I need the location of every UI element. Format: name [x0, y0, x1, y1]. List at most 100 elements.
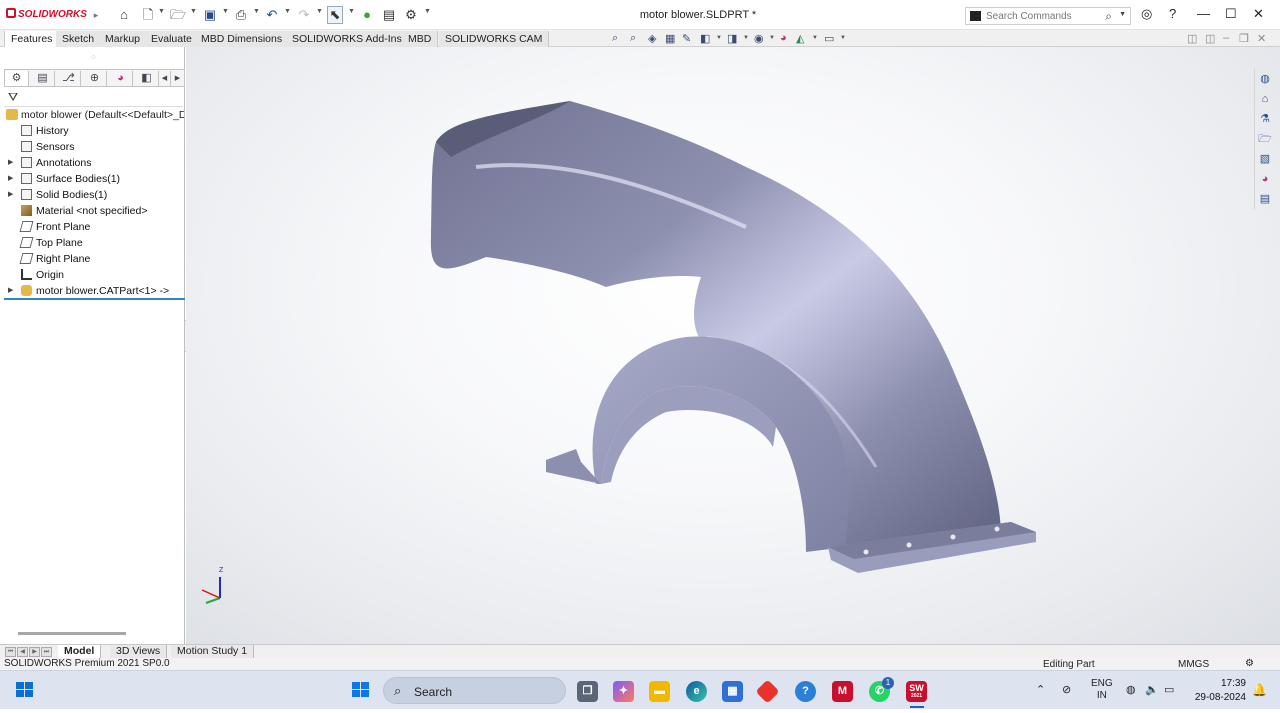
battery-icon[interactable]: ▭: [1164, 683, 1174, 696]
tree-item-sensors[interactable]: Sensors: [21, 141, 75, 153]
next-tab-icon[interactable]: ▶: [29, 647, 40, 657]
hide-show-dropdown-icon[interactable]: ▼: [769, 35, 775, 41]
previous-tab-icon[interactable]: ◀: [17, 647, 28, 657]
mcafee-icon[interactable]: M: [832, 681, 853, 702]
help-app-icon[interactable]: ?: [795, 681, 816, 702]
home-tab-icon[interactable]: ⌂: [1257, 91, 1273, 107]
tree-item-motor-blower-catpart[interactable]: ▶ motor blower.CATPart<1> ->: [8, 285, 169, 297]
solidworks-taskbar-icon[interactable]: SW 2021: [906, 681, 927, 702]
minimize-icon[interactable]: —: [1197, 6, 1210, 21]
display-style-icon[interactable]: ◨: [727, 32, 737, 45]
configuration-manager-tab-icon[interactable]: ⎇: [57, 71, 81, 86]
property-manager-tab-icon[interactable]: ▤: [31, 71, 55, 86]
graphics-area[interactable]: Z: [186, 47, 1280, 644]
language-indicator[interactable]: ENG IN: [1091, 678, 1113, 702]
feature-manager-tab-icon[interactable]: ⚙: [5, 71, 29, 86]
view-settings-icon[interactable]: ▭: [824, 32, 834, 45]
expand-arrow-icon[interactable]: ▶: [8, 285, 13, 297]
network-icon[interactable]: ⊘: [1062, 683, 1071, 696]
volume-icon[interactable]: 🔈: [1145, 683, 1159, 696]
expand-arrow-icon[interactable]: ▶: [8, 157, 13, 169]
expand-arrow-icon[interactable]: ▶: [8, 189, 13, 201]
anydesk-icon[interactable]: [755, 679, 780, 704]
file-explorer-icon[interactable]: 🗁: [1257, 131, 1273, 147]
hide-show-items-icon[interactable]: ◉: [754, 32, 764, 45]
copilot-icon[interactable]: ✦: [613, 681, 634, 702]
rollback-bar[interactable]: [4, 298, 185, 300]
tab-solidworks-add-ins[interactable]: SOLIDWORKS Add-Ins: [286, 31, 409, 47]
expand-arrow-icon[interactable]: ▶: [8, 173, 13, 185]
view-orientation-dropdown-icon[interactable]: ▼: [716, 35, 722, 41]
task-view-icon[interactable]: ❐: [577, 681, 598, 702]
tree-item-material[interactable]: Material <not specified>: [21, 205, 147, 217]
section-view-icon[interactable]: ▦: [665, 32, 675, 45]
tab-solidworks-cam[interactable]: SOLIDWORKS CAM: [439, 31, 550, 47]
zoom-to-fit-icon[interactable]: ⌕: [612, 32, 618, 45]
windows-logo-icon[interactable]: [352, 682, 370, 699]
tab-features[interactable]: Features: [4, 31, 60, 47]
panel-restore-icon[interactable]: ◫: [1187, 32, 1197, 45]
panel-horizontal-scrollbar[interactable]: [18, 632, 126, 635]
panel-grip-icon[interactable]: ⁘: [90, 53, 97, 62]
taskbar-search-box[interactable]: ⌕ Search: [383, 677, 566, 704]
display-manager-tab-icon[interactable]: ◕: [109, 71, 133, 86]
panel-close-icon[interactable]: ✕: [1257, 32, 1266, 45]
appearances-icon[interactable]: ◕: [1257, 171, 1273, 187]
tree-item-annotations[interactable]: ▶ Annotations: [8, 157, 91, 169]
panel-minimize-icon[interactable]: –: [1223, 32, 1229, 44]
edge-browser-icon[interactable]: e: [686, 681, 707, 702]
tab-mbd[interactable]: MBD: [402, 31, 439, 47]
tree-item-origin[interactable]: Origin: [21, 269, 64, 281]
apply-scene-dropdown-icon[interactable]: ▼: [812, 35, 818, 41]
close-icon[interactable]: ✕: [1253, 6, 1264, 22]
first-tab-icon[interactable]: ⏮: [5, 647, 16, 657]
tab-motion-study[interactable]: Motion Study 1: [171, 645, 255, 658]
tab-sketch[interactable]: Sketch: [56, 31, 102, 47]
panel-scroll-left-icon[interactable]: ◀: [159, 71, 171, 86]
rebuild-status-icon[interactable]: ⚙: [1245, 658, 1254, 669]
panel-maximize-icon[interactable]: ❐: [1239, 32, 1249, 45]
dimxpert-manager-tab-icon[interactable]: ⊕: [83, 71, 107, 86]
search-dropdown-icon[interactable]: ▼: [1119, 11, 1126, 18]
model-view[interactable]: Z: [186, 47, 1280, 644]
tree-item-surface-bodies[interactable]: ▶ Surface Bodies(1): [8, 173, 120, 185]
user-account-icon[interactable]: ◎: [1141, 6, 1152, 22]
search-icon[interactable]: ⌕: [1105, 9, 1112, 24]
apply-scene-icon[interactable]: ◭: [796, 32, 804, 45]
maximize-icon[interactable]: ☐: [1225, 6, 1237, 22]
view-settings-dropdown-icon[interactable]: ▼: [840, 35, 846, 41]
clock-time[interactable]: 17:39: [1221, 678, 1246, 689]
solidworks-resources-icon[interactable]: ◍: [1257, 71, 1273, 87]
tab-model[interactable]: Model: [58, 645, 102, 658]
design-library-icon[interactable]: ⚗: [1257, 111, 1273, 127]
dynamic-annotation-icon[interactable]: ✎: [682, 32, 691, 45]
show-hidden-icons-icon[interactable]: ⌃: [1036, 683, 1045, 696]
wifi-icon[interactable]: ◍: [1126, 683, 1136, 696]
tab-evaluate[interactable]: Evaluate: [145, 31, 199, 47]
panel-split-icon[interactable]: ◫: [1205, 32, 1215, 45]
display-style-dropdown-icon[interactable]: ▼: [743, 35, 749, 41]
microsoft-store-icon[interactable]: ▦: [722, 681, 743, 702]
tab-3d-views[interactable]: 3D Views: [110, 645, 168, 658]
tree-filter-row[interactable]: ⛛: [4, 88, 183, 107]
view-palette-icon[interactable]: ▧: [1257, 151, 1273, 167]
view-orientation-icon[interactable]: ◧: [700, 32, 710, 45]
tree-item-front-plane[interactable]: Front Plane: [19, 221, 90, 233]
tab-mbd-dimensions[interactable]: MBD Dimensions: [195, 31, 290, 47]
tree-item-right-plane[interactable]: Right Plane: [19, 253, 90, 265]
tree-item-top-plane[interactable]: Top Plane: [19, 237, 83, 249]
tree-root-part[interactable]: motor blower (Default<<Default>_D: [6, 109, 184, 121]
last-tab-icon[interactable]: ⏭: [41, 647, 52, 657]
windows-start-icon[interactable]: [16, 682, 34, 699]
tree-item-solid-bodies[interactable]: ▶ Solid Bodies(1): [8, 189, 107, 201]
panel-scroll-right-icon[interactable]: ▶: [171, 71, 184, 86]
unit-system[interactable]: MMGS: [1178, 659, 1209, 670]
tree-item-history[interactable]: History: [21, 125, 69, 137]
clock-date[interactable]: 29-08-2024: [1195, 692, 1246, 703]
previous-view-icon[interactable]: ◈: [648, 32, 656, 45]
edit-appearance-icon[interactable]: ◕: [780, 32, 787, 44]
filter-icon[interactable]: ⛛: [8, 90, 18, 105]
custom-properties-icon[interactable]: ▤: [1257, 191, 1273, 207]
tab-markup[interactable]: Markup: [99, 31, 148, 47]
notifications-bell-icon[interactable]: 🔔: [1252, 683, 1267, 697]
